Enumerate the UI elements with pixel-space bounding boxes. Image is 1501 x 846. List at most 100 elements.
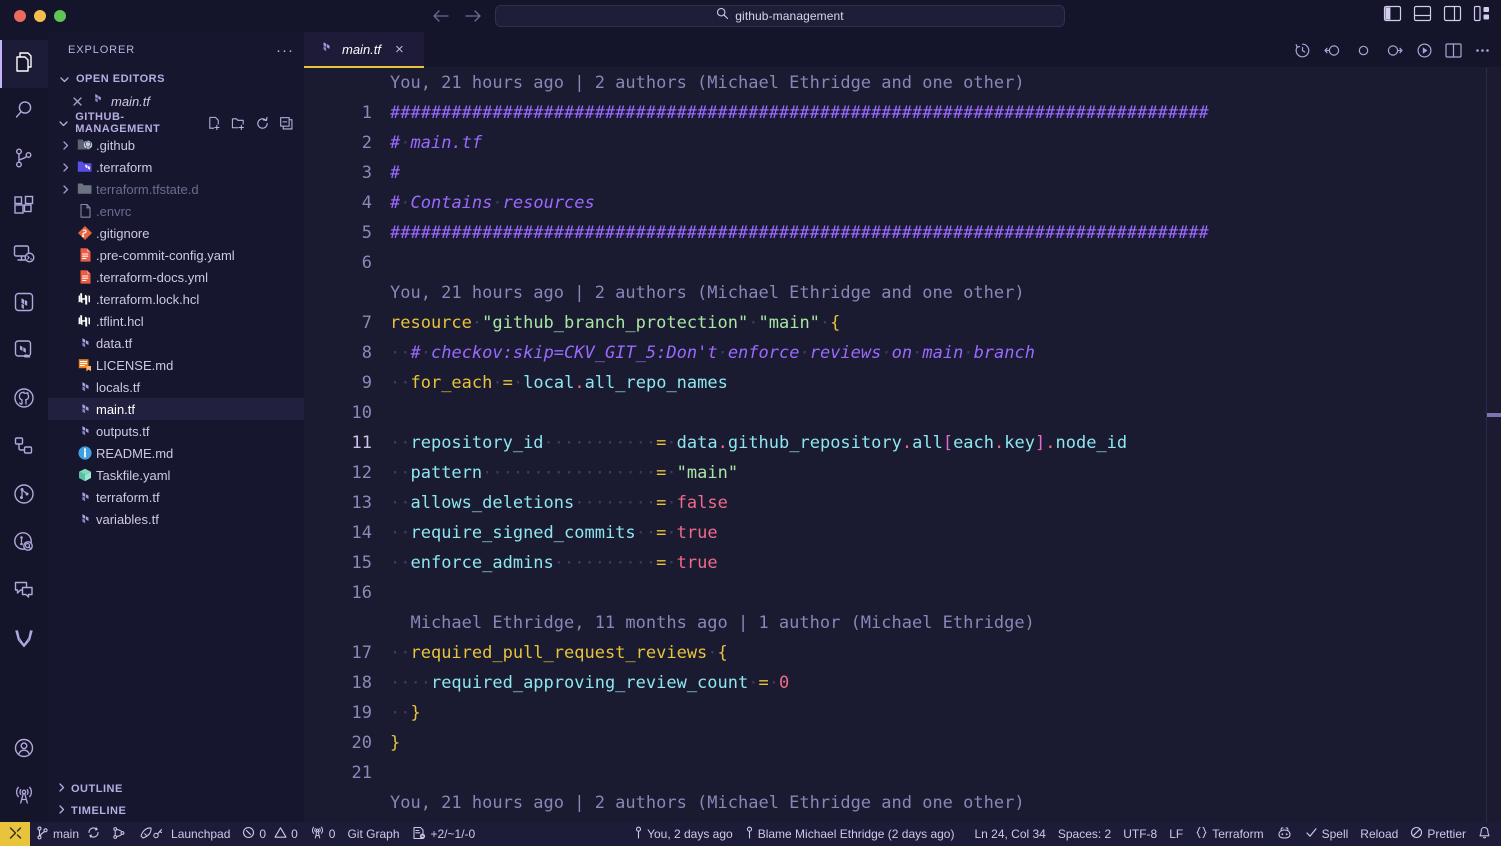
file-tree-item[interactable]: terraform.tf — [48, 486, 304, 508]
overview-ruler[interactable] — [1487, 68, 1501, 822]
tab-main-tf[interactable]: main.tf × — [304, 32, 424, 68]
file-tree-item[interactable]: LICENSE.md — [48, 354, 304, 376]
sidebar-item-github-actions[interactable] — [0, 424, 48, 472]
section-open-editors[interactable]: OPEN EDITORS — [48, 68, 304, 90]
go-forward-icon[interactable] — [1385, 43, 1404, 58]
new-folder-icon[interactable] — [231, 116, 246, 131]
chevron-right-icon[interactable] — [56, 140, 74, 151]
status-blame[interactable]: Blame Michael Ethridge (2 days ago) — [739, 822, 961, 846]
status-prettier[interactable]: Prettier — [1404, 822, 1472, 846]
sidebar-item-git-graph[interactable] — [0, 472, 48, 520]
code-line[interactable]: 9 ··for_each·=·local.all_repo_names — [304, 368, 1501, 398]
sidebar-item-remote-explorer[interactable] — [0, 232, 48, 280]
go-back-icon[interactable] — [1323, 43, 1342, 58]
split-editor-icon[interactable] — [1445, 42, 1462, 58]
file-tree-item[interactable]: data.tf — [48, 332, 304, 354]
sidebar-item-terraform[interactable] — [0, 280, 48, 328]
accounts-button[interactable] — [0, 726, 48, 774]
status-notifications[interactable] — [1472, 822, 1501, 846]
toggle-secondary-sidebar-icon[interactable] — [1443, 5, 1462, 26]
code-line[interactable]: 5 #######################################… — [304, 218, 1501, 248]
file-tree-item[interactable]: .terraform.lock.hcl — [48, 288, 304, 310]
status-reload[interactable]: Reload — [1354, 822, 1404, 846]
file-tree-item[interactable]: Taskfile.yaml — [48, 464, 304, 486]
sidebar-item-search[interactable] — [0, 88, 48, 136]
file-tree-item[interactable]: .gitignore — [48, 222, 304, 244]
sidebar-item-comments[interactable] — [0, 568, 48, 616]
status-gitlens-you[interactable]: You, 2 days ago — [628, 822, 739, 846]
section-workspace[interactable]: GITHUB-MANAGEMENT — [48, 111, 304, 135]
new-file-icon[interactable] — [207, 116, 222, 131]
code-line[interactable]: 19 ··} — [304, 698, 1501, 728]
toggle-primary-sidebar-icon[interactable] — [1383, 5, 1402, 26]
code-editor[interactable]: You, 21 hours ago | 2 authors (Michael E… — [304, 68, 1501, 822]
status-spell-checker[interactable]: Spell — [1299, 822, 1355, 846]
file-tree-item[interactable]: .terraform-docs.yml — [48, 266, 304, 288]
code-line[interactable]: 8 ··#·checkov:skip=CKV_GIT_5:Don't·enforc… — [304, 338, 1501, 368]
remote-indicator-button[interactable] — [0, 822, 30, 846]
file-tree-item[interactable]: .github — [48, 134, 304, 156]
sidebar-item-source-control[interactable] — [0, 136, 48, 184]
open-editor-item-main-tf[interactable]: main.tf — [48, 90, 304, 112]
status-eol[interactable]: LF — [1163, 822, 1189, 846]
status-launchpad[interactable]: Launchpad — [133, 822, 236, 846]
more-actions-icon[interactable] — [1474, 43, 1491, 58]
close-icon[interactable] — [70, 96, 84, 107]
sidebar-item-github[interactable] — [0, 376, 48, 424]
file-tree-item[interactable]: variables.tf — [48, 508, 304, 530]
minimize-window-button[interactable] — [34, 10, 46, 22]
go-back-icon[interactable] — [432, 9, 450, 23]
status-git-changes[interactable]: +2/~1/-0 — [406, 822, 482, 846]
radio-tower-button[interactable] — [0, 774, 48, 822]
code-line[interactable]: 3 # — [304, 158, 1501, 188]
close-window-button[interactable] — [14, 10, 26, 22]
file-tree-item[interactable]: locals.tf — [48, 376, 304, 398]
code-line[interactable]: 11 ··repository_id···········=·data.githu… — [304, 428, 1501, 458]
run-icon[interactable] — [1416, 42, 1433, 59]
file-tree-item[interactable]: .tflint.hcl — [48, 310, 304, 332]
file-tree-item[interactable]: outputs.tf — [48, 420, 304, 442]
status-copilot[interactable] — [1270, 822, 1299, 846]
collapse-all-icon[interactable] — [279, 116, 294, 131]
code-line[interactable]: 12 ··pattern·················=·"main" — [304, 458, 1501, 488]
sidebar-item-extensions[interactable] — [0, 184, 48, 232]
status-git-graph[interactable]: Git Graph — [341, 822, 405, 846]
code-line[interactable]: 2 #·main.tf — [304, 128, 1501, 158]
maximize-window-button[interactable] — [54, 10, 66, 22]
sidebar-item-explorer[interactable] — [0, 40, 48, 88]
file-tree-item[interactable]: .terraform — [48, 156, 304, 178]
file-tree-item[interactable]: .envrc — [48, 200, 304, 222]
section-timeline[interactable]: TIMELINE — [48, 800, 304, 822]
chevron-right-icon[interactable] — [56, 184, 74, 195]
status-git-compare[interactable] — [106, 822, 133, 846]
sync-icon[interactable] — [87, 826, 100, 842]
file-tree-item[interactable]: terraform.tfstate.d — [48, 178, 304, 200]
close-icon[interactable]: × — [389, 42, 404, 57]
refresh-icon[interactable] — [255, 116, 270, 131]
status-language-mode[interactable]: Terraform — [1189, 822, 1269, 846]
status-encoding[interactable]: UTF-8 — [1117, 822, 1163, 846]
status-indentation[interactable]: Spaces: 2 — [1052, 822, 1117, 846]
customize-layout-icon[interactable] — [1473, 5, 1491, 26]
code-line[interactable]: 16 — [304, 578, 1501, 608]
code-line[interactable]: 17 ··required_pull_request_reviews·{ — [304, 638, 1501, 668]
status-ports[interactable]: 0 — [304, 822, 342, 846]
timeline-icon[interactable] — [1294, 42, 1311, 59]
code-line[interactable]: 4 #·Contains·resources — [304, 188, 1501, 218]
file-tree-item[interactable]: main.tf — [48, 398, 304, 420]
step-icon[interactable] — [1354, 43, 1373, 58]
code-line[interactable]: 18 ····required_approving_review_count·=·… — [304, 668, 1501, 698]
sidebar-item-terraform-cloud[interactable] — [0, 328, 48, 376]
command-center[interactable]: github-management — [495, 5, 1065, 27]
code-line[interactable]: 1 #######################################… — [304, 98, 1501, 128]
code-line[interactable]: 7 resource·"github_branch_protection"·"ma… — [304, 308, 1501, 338]
code-line[interactable]: 20} — [304, 728, 1501, 758]
code-line[interactable]: 6 — [304, 248, 1501, 278]
status-branch[interactable]: main — [30, 822, 106, 846]
section-outline[interactable]: OUTLINE — [48, 778, 304, 800]
code-line[interactable]: 10 — [304, 398, 1501, 428]
sidebar-item-gitlens[interactable] — [0, 520, 48, 568]
file-tree-item[interactable]: .pre-commit-config.yaml — [48, 244, 304, 266]
sidebar-item-gitlab[interactable] — [0, 616, 48, 664]
file-tree-item[interactable]: README.md — [48, 442, 304, 464]
